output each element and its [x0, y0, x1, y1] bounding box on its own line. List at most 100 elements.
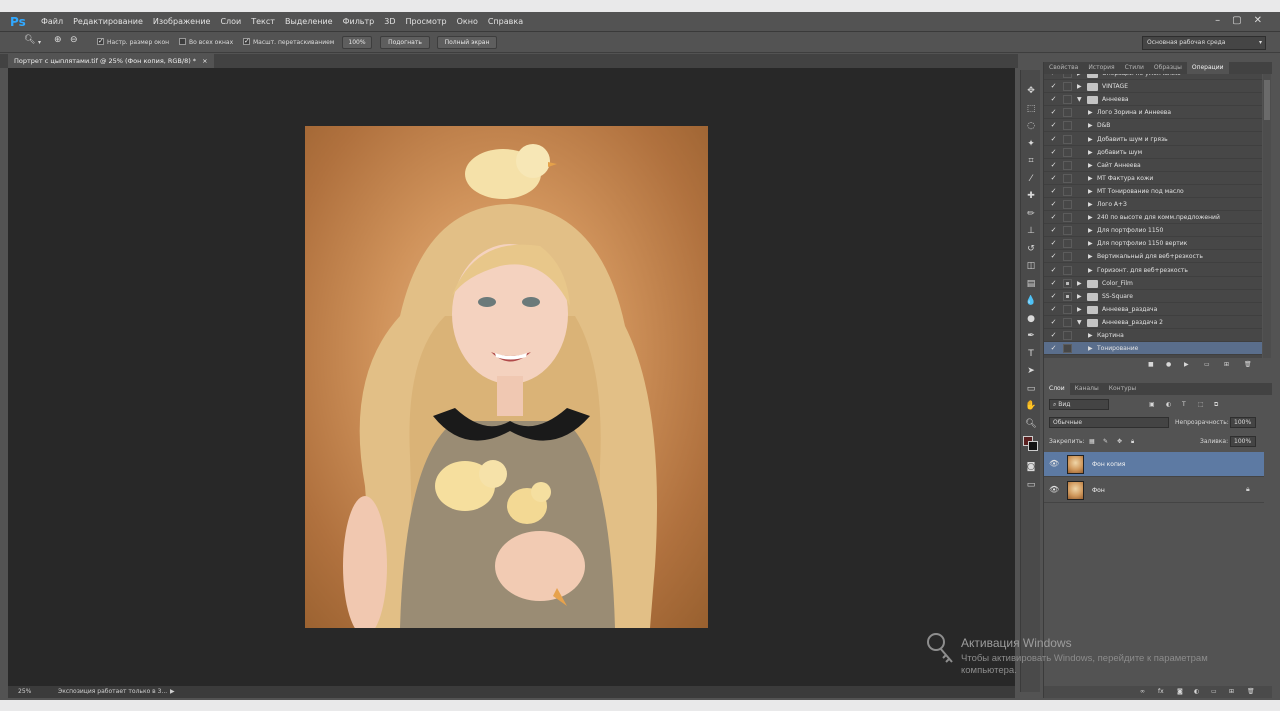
check-icon[interactable]: ✓ — [1049, 239, 1058, 248]
workspace-select[interactable]: Основная рабочая среда ▾ — [1142, 36, 1266, 50]
tab-panel_tabs-2[interactable]: Стили — [1120, 62, 1149, 74]
disclosure-triangle-icon[interactable]: ▶ — [1088, 330, 1093, 341]
eye-icon[interactable]: 👁︎ — [1049, 459, 1059, 468]
fill-input[interactable]: 100% — [1230, 436, 1256, 447]
dialog-toggle-box[interactable] — [1063, 265, 1072, 275]
menu-item[interactable]: 3D — [379, 12, 400, 32]
layer-row[interactable]: 👁︎ Фон 🔒︎ — [1044, 478, 1264, 503]
check-icon[interactable]: ✓ — [1049, 200, 1058, 209]
crop-icon[interactable]: ⌗ — [1024, 154, 1038, 168]
dialog-toggle-box[interactable] — [1063, 226, 1072, 236]
menu-item[interactable]: Окно — [452, 12, 483, 32]
zoom-out-icon[interactable]: ⊖ — [70, 35, 78, 46]
dialog-toggle-box[interactable] — [1063, 317, 1072, 327]
scrubby-zoom-checkbox[interactable]: Масшт. перетаскиванием — [243, 36, 334, 48]
canvas-area[interactable] — [8, 68, 1015, 690]
quick-mask-icon[interactable]: ◙ — [1024, 460, 1038, 474]
disclosure-triangle-icon[interactable]: ▶ — [1088, 186, 1093, 197]
check-icon[interactable]: ✓ — [1049, 187, 1058, 196]
check-icon[interactable]: ✓ — [1049, 121, 1058, 130]
action-row[interactable]: ✓ ▼ Аннеева_раздача 2 — [1044, 316, 1262, 329]
filter-image-icon[interactable]: ▣ — [1149, 399, 1155, 410]
menu-item[interactable]: Слои — [215, 12, 246, 32]
action-row[interactable]: ✓ ▶ Сайт Аннеева — [1044, 159, 1262, 172]
check-icon[interactable]: ✓ — [1049, 108, 1058, 117]
disclosure-triangle-icon[interactable]: ▼ — [1077, 317, 1082, 328]
lock-icon[interactable]: 🔒︎ — [1246, 485, 1250, 494]
close-tab-icon[interactable]: × — [202, 57, 207, 65]
shape-icon[interactable]: ▭ — [1024, 382, 1038, 396]
layer-name[interactable]: Фон — [1092, 478, 1105, 503]
new-action-icon[interactable]: ⊞ — [1224, 359, 1229, 370]
check-icon[interactable]: ✓ — [1049, 344, 1058, 353]
dialog-toggle-box[interactable] — [1063, 121, 1072, 131]
path-select-icon[interactable]: ➤ — [1024, 364, 1038, 378]
action-row[interactable]: ✓ ▶ МТ Тонирование под масло — [1044, 185, 1262, 198]
tool-preset-chevron-icon[interactable]: ▾ — [38, 37, 41, 48]
disclosure-triangle-icon[interactable]: ▶ — [1088, 343, 1093, 354]
blend-mode-select[interactable]: Обычные — [1049, 417, 1169, 428]
disclosure-triangle-icon[interactable]: ▶ — [1077, 291, 1082, 302]
disclosure-triangle-icon[interactable]: ▶ — [1088, 212, 1093, 223]
action-row[interactable]: ✓ ▶ 240 по высоте для комм.предложений — [1044, 211, 1262, 225]
hand-icon[interactable]: ✋ — [1024, 399, 1038, 413]
disclosure-triangle-icon[interactable]: ▶ — [1077, 81, 1082, 92]
dodge-icon[interactable]: ● — [1024, 312, 1038, 326]
disclosure-triangle-icon[interactable]: ▶ — [1088, 107, 1093, 118]
menu-item[interactable]: Редактирование — [68, 12, 148, 32]
check-icon[interactable]: ✓ — [1049, 279, 1058, 288]
disclosure-triangle-icon[interactable]: ▶ — [1088, 147, 1093, 158]
disclosure-triangle-icon[interactable]: ▶ — [1077, 304, 1082, 315]
action-row[interactable]: ✓ ▶ МТ Фактура кожи — [1044, 172, 1262, 185]
mask-icon[interactable]: ◙ — [1177, 686, 1183, 697]
filter-smart-icon[interactable]: ⧉ — [1214, 399, 1218, 410]
zoom-tool-icon[interactable]: 🔍︎ — [1024, 417, 1038, 431]
dialog-toggle-box[interactable] — [1063, 147, 1072, 157]
eye-icon[interactable]: 👁︎ — [1049, 485, 1059, 494]
maximize-icon[interactable]: ▢ — [1232, 13, 1241, 29]
disclosure-triangle-icon[interactable]: ▶ — [1088, 265, 1093, 276]
check-icon[interactable]: ✓ — [1049, 174, 1058, 183]
check-icon[interactable]: ✓ — [1049, 135, 1058, 144]
fx-icon[interactable]: fx — [1158, 686, 1164, 697]
check-icon[interactable]: ✓ — [1049, 161, 1058, 170]
check-icon[interactable]: ✓ — [1049, 305, 1058, 314]
action-row[interactable]: ✓ ▼ Аннеева — [1044, 93, 1262, 107]
dialog-toggle-box[interactable] — [1063, 239, 1072, 249]
adjustment-layer-icon[interactable]: ◐ — [1194, 686, 1199, 697]
quick-select-icon[interactable]: ✦ — [1024, 137, 1038, 151]
eyedropper-icon[interactable]: ⁄ — [1024, 172, 1038, 186]
filter-shape-icon[interactable]: ⬚ — [1198, 399, 1204, 410]
disclosure-triangle-icon[interactable]: ▶ — [1088, 199, 1093, 210]
zoom-100-button[interactable]: 100% — [342, 36, 372, 49]
tab-layers_tabs-1[interactable]: Каналы — [1070, 383, 1104, 395]
status-arrow-icon[interactable]: ▶ — [170, 686, 175, 698]
all-windows-checkbox[interactable]: Во всех окнах — [179, 37, 233, 48]
marquee-icon[interactable]: ⬚ — [1024, 102, 1038, 116]
lock-all-icon[interactable]: 🔒︎ — [1131, 436, 1134, 447]
lasso-icon[interactable]: ◌ — [1024, 119, 1038, 133]
tab-panel_tabs-4[interactable]: Операции — [1186, 62, 1229, 74]
eraser-icon[interactable]: ◫ — [1024, 259, 1038, 273]
dialog-toggle-box[interactable] — [1063, 173, 1072, 183]
action-row[interactable]: ✓ ▶ Добавить шум и грязь — [1044, 133, 1262, 146]
blur-icon[interactable]: 💧 — [1024, 294, 1038, 308]
action-row[interactable]: ✓ ▶ Вертикальный для веб+резкость — [1044, 250, 1262, 264]
lock-transparency-icon[interactable]: ▦ — [1089, 436, 1095, 447]
disclosure-triangle-icon[interactable]: ▶ — [1088, 134, 1093, 145]
check-icon[interactable]: ✓ — [1049, 213, 1058, 222]
document-image[interactable] — [305, 126, 708, 628]
scroll-thumb[interactable] — [1264, 80, 1270, 120]
action-row[interactable]: ✓ ▶ Лого А+З — [1044, 198, 1262, 211]
menu-item[interactable]: Фильтр — [338, 12, 380, 32]
group-icon[interactable]: ▭ — [1211, 686, 1217, 697]
dialog-toggle-box[interactable] — [1063, 252, 1072, 262]
disclosure-triangle-icon[interactable]: ▶ — [1088, 173, 1093, 184]
layer-name[interactable]: Фон копия — [1092, 452, 1125, 477]
dialog-toggle-box[interactable] — [1063, 291, 1072, 301]
menu-item[interactable]: Просмотр — [401, 12, 452, 32]
clone-stamp-icon[interactable]: ⊥ — [1024, 224, 1038, 238]
fit-screen-button[interactable]: Подогнать — [380, 36, 430, 49]
action-row[interactable]: ✓ ▶ Color_Film — [1044, 277, 1262, 290]
new-set-icon[interactable]: ▭ — [1204, 359, 1210, 370]
